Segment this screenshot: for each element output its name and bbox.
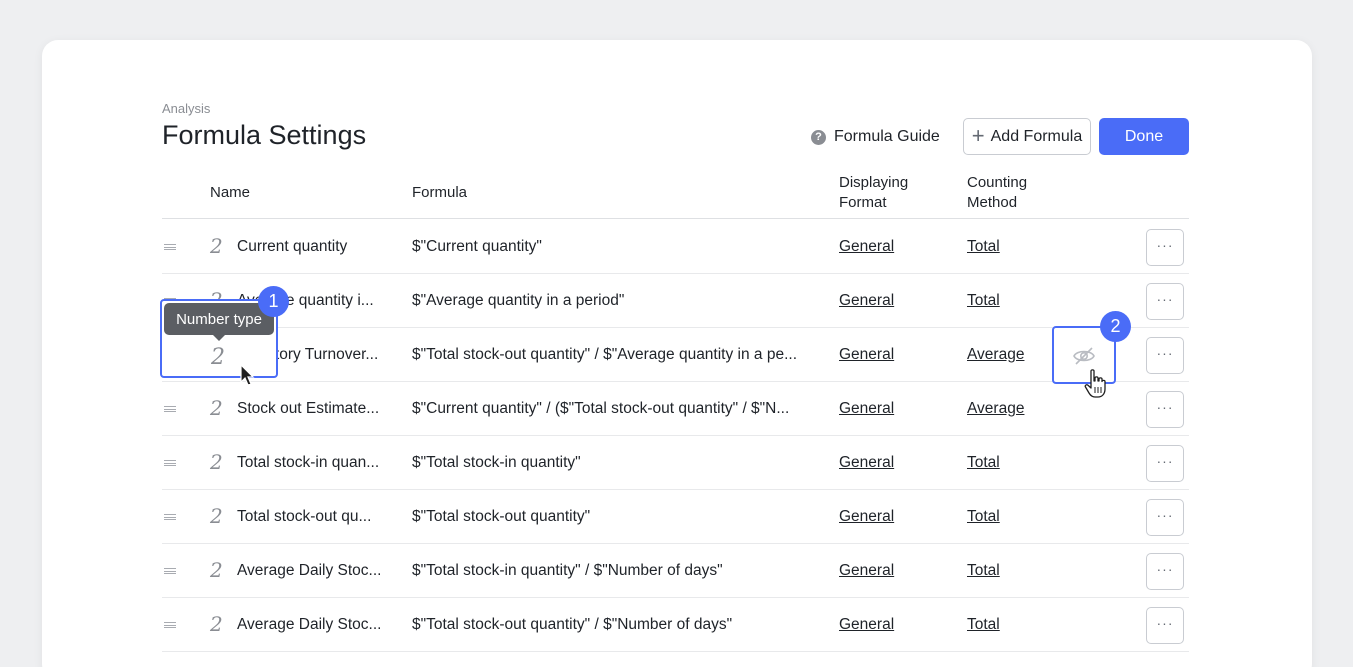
drag-handle-icon[interactable] [164,622,176,628]
question-circle-icon: ? [811,129,826,145]
hand-cursor-icon [1084,369,1106,398]
drag-handle-icon[interactable] [164,460,176,466]
column-header-displaying-format: Displaying Format [839,174,909,211]
breadcrumb: Analysis [162,101,211,116]
ellipsis-icon: ··· [1156,614,1174,631]
more-options-button[interactable]: ··· [1146,337,1184,374]
displaying-format-link[interactable]: General [839,508,894,526]
formula-guide-link[interactable]: ? Formula Guide [811,127,940,147]
counting-method-link[interactable]: Total [967,292,1000,310]
ellipsis-icon: ··· [1156,236,1174,253]
column-header-name: Name [210,184,251,201]
plus-icon: + [971,122,985,148]
displaying-format-link[interactable]: General [839,292,894,310]
table-header: Name Formula Displaying Format Counting … [162,170,1189,219]
more-options-button[interactable]: ··· [1146,229,1184,266]
eye-off-icon[interactable] [1072,345,1096,367]
number-type-icon[interactable]: 2 [210,234,223,258]
more-options-button[interactable]: ··· [1146,283,1184,320]
counting-method-link[interactable]: Total [967,238,1000,256]
drag-handle-icon[interactable] [164,406,176,412]
tooltip-arrow [213,335,225,341]
formula-name: Current quantity [237,238,348,255]
drag-handle-icon[interactable] [164,568,176,574]
more-options-button[interactable]: ··· [1146,391,1184,428]
add-formula-label: Add Formula [990,127,1083,145]
formula-expression: $"Total stock-in quantity" [412,454,581,471]
add-formula-button[interactable]: + Add Formula [963,118,1091,155]
ellipsis-icon: ··· [1156,452,1174,469]
step-badge-2: 2 [1100,311,1131,342]
more-options-button[interactable]: ··· [1146,607,1184,644]
ellipsis-icon: ··· [1156,398,1174,415]
formula-name: Average Daily Stoc... [237,616,382,633]
ellipsis-icon: ··· [1156,290,1174,307]
formula-name: Total stock-out qu... [237,508,372,525]
displaying-format-link[interactable]: General [839,400,894,418]
ellipsis-icon: ··· [1156,344,1174,361]
number-type-icon[interactable]: 2 [210,558,223,582]
page-title: Formula Settings [162,120,367,150]
done-button[interactable]: Done [1099,118,1189,155]
number-type-icon[interactable]: 2 [210,450,223,474]
number-type-icon[interactable]: 2 [210,396,223,420]
formula-name: Total stock-in quan... [237,454,380,471]
formula-expression: $"Total stock-in quantity" / $"Number of… [412,562,723,579]
ellipsis-icon: ··· [1156,560,1174,577]
displaying-format-link[interactable]: General [839,616,894,634]
formula-expression: $"Total stock-out quantity" [412,508,591,525]
table-row: 2 Average Daily Stoc... $"Total stock-ou… [162,598,1189,652]
number-type-tooltip: Number type [164,303,274,335]
more-options-button[interactable]: ··· [1146,553,1184,590]
formula-expression: $"Current quantity" [412,238,542,255]
formula-expression: $"Total stock-out quantity" / $"Average … [412,346,798,363]
table-row: 2 Average Daily Stoc... $"Total stock-in… [162,544,1189,598]
drag-handle-icon[interactable] [164,514,176,520]
formula-expression: $"Current quantity" / ($"Total stock-out… [412,400,790,417]
formula-name: Stock out Estimate... [237,400,380,417]
displaying-format-link[interactable]: General [839,238,894,256]
table-row: 2 Stock out Estimate... $"Current quanti… [162,382,1189,436]
counting-method-link[interactable]: Total [967,616,1000,634]
number-type-icon[interactable]: 2 [210,504,223,528]
table-row: 2 Average quantity i... $"Average quanti… [162,274,1189,328]
column-header-formula: Formula [412,184,468,201]
formula-name: Average Daily Stoc... [237,562,382,579]
table-row: 2 Current quantity $"Current quantity" G… [162,220,1189,274]
column-header-counting-method: Counting Method [967,174,1028,211]
table-row: 2 Inventory Turnover... $"Total stock-ou… [162,328,1189,382]
displaying-format-link[interactable]: General [839,454,894,472]
table-row: 2 Total stock-out qu... $"Total stock-ou… [162,490,1189,544]
counting-method-link[interactable]: Total [967,562,1000,580]
counting-method-link[interactable]: Total [967,454,1000,472]
formula-expression: $"Total stock-out quantity" / $"Number o… [412,616,733,633]
counting-method-link[interactable]: Average [967,346,1024,364]
number-type-icon[interactable]: 2 [211,345,225,370]
displaying-format-link[interactable]: General [839,562,894,580]
counting-method-link[interactable]: Total [967,508,1000,526]
formula-guide-label: Formula Guide [834,128,940,145]
formula-expression: $"Average quantity in a period" [412,292,625,309]
number-type-icon[interactable]: 2 [210,612,223,636]
table-row: 2 Total stock-in quan... $"Total stock-i… [162,436,1189,490]
drag-handle-icon[interactable] [164,244,176,250]
more-options-button[interactable]: ··· [1146,499,1184,536]
counting-method-link[interactable]: Average [967,400,1024,418]
step-badge-1: 1 [258,286,289,317]
ellipsis-icon: ··· [1156,506,1174,523]
more-options-button[interactable]: ··· [1146,445,1184,482]
mouse-pointer-icon [240,364,255,386]
displaying-format-link[interactable]: General [839,346,894,364]
